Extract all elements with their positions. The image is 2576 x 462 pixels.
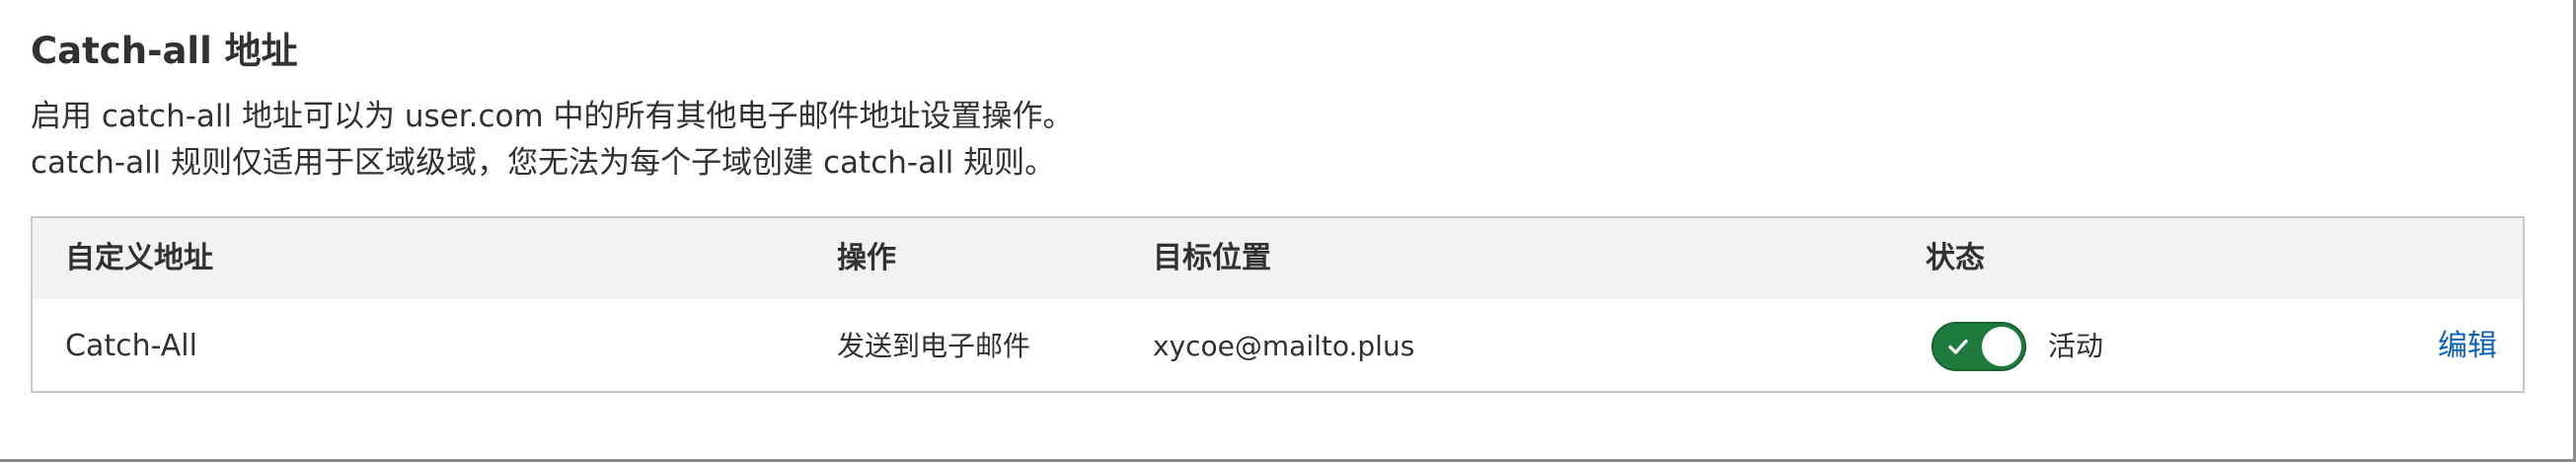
page: Catch-all 地址 启用 catch-all 地址可以为 user.com…	[0, 0, 2576, 462]
toggle-knob	[1982, 327, 2021, 366]
column-header-status: 状态	[1926, 241, 1985, 275]
column-header-custom-address: 自定义地址	[65, 241, 213, 275]
edit-link[interactable]: 编辑	[2438, 299, 2497, 393]
check-icon	[1948, 339, 1968, 354]
row-address: Catch-All	[65, 329, 197, 363]
status-toggle[interactable]	[1932, 322, 2026, 371]
row-destination: xycoe@mailto.plus	[1153, 330, 1415, 362]
page-title: Catch-all 地址	[31, 30, 298, 72]
status-label: 活动	[2048, 330, 2104, 362]
description-line-1: 启用 catch-all 地址可以为 user.com 中的所有其他电子邮件地址…	[31, 99, 1074, 134]
column-header-action: 操作	[837, 241, 896, 275]
column-header-destination: 目标位置	[1153, 241, 1271, 275]
table-header: 自定义地址 操作 目标位置 状态	[33, 218, 2523, 299]
catch-all-table: 自定义地址 操作 目标位置 状态 Catch-All 发送到电子邮件 xycoe…	[31, 216, 2525, 393]
description-line-2: catch-all 规则仅适用于区域级域，您无法为每个子域创建 catch-al…	[31, 145, 1056, 181]
row-action: 发送到电子邮件	[837, 330, 1031, 362]
